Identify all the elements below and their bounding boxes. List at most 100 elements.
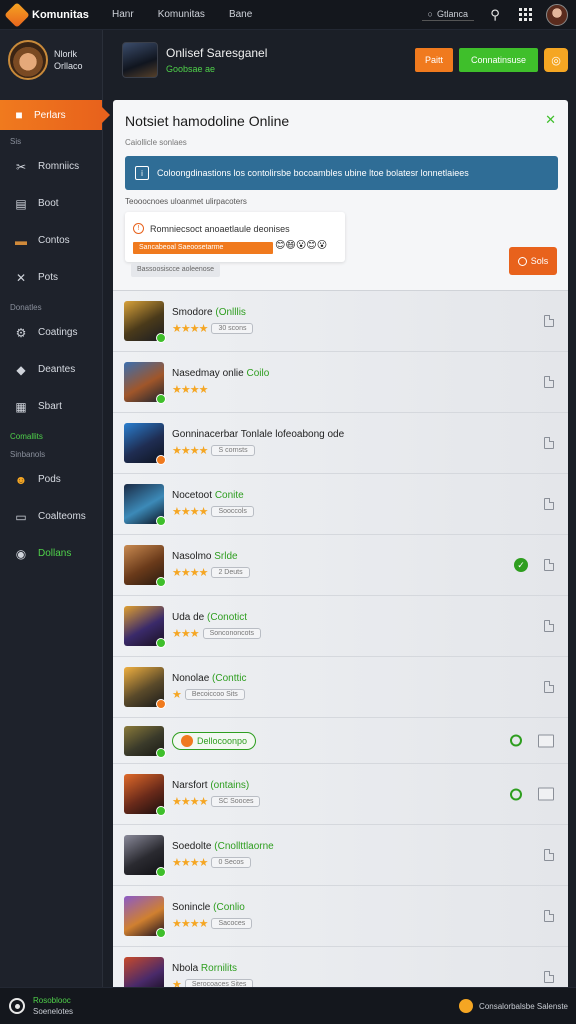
document-icon[interactable] <box>544 376 554 388</box>
game-title-text: Gonninacerbar Tonlale lofeoabong ode <box>172 429 345 440</box>
game-title: Smodore (Onlllis <box>172 307 253 318</box>
brand-name: Komunitas <box>32 8 89 21</box>
connect-button[interactable]: Connatinsuse <box>458 48 538 72</box>
game-row-actions <box>544 910 554 922</box>
game-row-actions: ✓ <box>514 558 554 572</box>
close-icon[interactable]: ✕ <box>545 112 556 128</box>
game-thumbnail <box>124 362 166 404</box>
settings-circle-icon[interactable]: ◎ <box>544 48 568 72</box>
game-status-pill[interactable]: Dellocoonpo <box>172 731 257 750</box>
chart-icon: ▦ <box>15 399 27 414</box>
game-row[interactable]: Gonninacerbar Tonlale lofeoabong ode ★★★… <box>113 413 568 474</box>
game-row[interactable]: Smodore (Onlllis ★★★★ 30 scons <box>113 291 568 352</box>
paint-button[interactable]: Paitt <box>414 48 453 72</box>
top-bar-actions: ○ Gtlanca ⚲ <box>421 3 576 26</box>
document-icon[interactable] <box>544 620 554 632</box>
document-icon[interactable] <box>544 910 554 922</box>
sidebar-item-4[interactable]: ✕ Pots <box>0 259 102 296</box>
game-title: Sonincle (Conlio <box>172 902 252 913</box>
game-title-highlight: (ontains) <box>210 780 250 791</box>
document-icon[interactable] <box>544 559 554 571</box>
game-row[interactable]: Nocetoot Conite ★★★★ Sooccols <box>113 474 568 535</box>
game-row-body: Nonolae (Conttic ★ Becoiccoo Sits <box>172 673 246 701</box>
image-icon[interactable] <box>538 787 554 801</box>
game-row[interactable]: Narsfort (ontains) ★★★★ SC Sooces <box>113 764 568 825</box>
info-icon: i <box>135 166 149 180</box>
header-actions: Paitt Connatinsuse ◎ <box>414 48 568 72</box>
sidebar-item-2[interactable]: ▤ Boot <box>0 185 102 222</box>
footer-right-text: Consalorbalsbe Salenste <box>479 1001 568 1011</box>
game-row-actions <box>544 437 554 449</box>
user-avatar[interactable] <box>546 3 568 26</box>
game-row-body: Nocetoot Conite ★★★★ Sooccols <box>172 490 254 518</box>
profile-avatar <box>8 40 48 80</box>
sidebar-item-active[interactable]: ■ Perlars <box>0 100 110 130</box>
sidebar-item-1[interactable]: ✂ Romniics <box>0 148 102 185</box>
sidebar-item-8[interactable]: ☻ Pods <box>0 461 102 498</box>
sidebar-item-3[interactable]: ▬ Contos <box>0 222 102 259</box>
game-row[interactable]: Soedolte (Cnollttlaorne ★★★★ 0 Secos <box>113 825 568 886</box>
tag-icon: ◆ <box>16 362 26 377</box>
sidebar-item-5[interactable]: ⚙ Coatings <box>0 314 102 351</box>
game-thumbnail <box>124 606 166 648</box>
game-title-text: Nbola <box>172 963 201 974</box>
sidebar-item-6[interactable]: ◆ Deantes <box>0 351 102 388</box>
document-icon[interactable] <box>544 849 554 861</box>
reaction-emojis[interactable]: 😊😄😮😊😮 <box>275 240 327 251</box>
image-icon[interactable] <box>538 734 554 747</box>
brand-logo[interactable]: Komunitas <box>0 1 100 28</box>
game-title-highlight: (Conotict <box>207 612 248 623</box>
sidebar-item-7[interactable]: ▦ Sbart <box>0 388 102 425</box>
header-text: Onlisef Saresganel Goobsae ae <box>166 46 267 74</box>
status-ring-icon[interactable] <box>510 788 522 800</box>
apps-grid-icon[interactable] <box>516 6 534 24</box>
profile-name-line2: Orllaco <box>54 61 83 71</box>
profile-name: Nlorlk Orllaco <box>54 48 83 72</box>
zoom-icon[interactable]: ⚲ <box>486 6 504 24</box>
footer-right[interactable]: Consalorbalsbe Salenste <box>459 999 576 1013</box>
game-row-body: Sonincle (Conlio ★★★★ Sacoces <box>172 902 253 930</box>
document-icon[interactable] <box>544 681 554 693</box>
game-title: Nasolmo Srlde <box>172 551 250 562</box>
top-nav-item-community[interactable]: Komunitas <box>158 9 205 20</box>
game-title-text: Nasedmay onlie <box>172 368 247 379</box>
game-title-text: Soedolte <box>172 841 215 852</box>
game-row[interactable]: Sonincle (Conlio ★★★★ Sacoces <box>113 886 568 947</box>
document-icon[interactable] <box>544 498 554 510</box>
game-row[interactable]: Nasolmo Srlde ★★★★ 2 Deuts ✓ <box>113 535 568 596</box>
document-icon[interactable] <box>544 971 554 983</box>
game-row[interactable]: Nasedmay onlie Coilo ★★★★ <box>113 352 568 413</box>
status-dot-icon <box>156 577 166 587</box>
document-icon[interactable] <box>544 315 554 327</box>
sidebar-profile[interactable]: Nlorlk Orllaco <box>0 30 102 90</box>
record-icon: ◉ <box>15 546 27 561</box>
sidebar-item-9[interactable]: ▭ Coalteoms <box>0 498 102 535</box>
star-rating-icon: ★★★★ <box>172 796 208 808</box>
top-search[interactable]: ○ Gtlanca <box>421 8 474 21</box>
status-ring-icon[interactable] <box>510 734 522 747</box>
top-nav-item-home[interactable]: Hanr <box>112 9 134 20</box>
game-title-text: Nocetoot <box>172 490 215 501</box>
top-nav-item-store[interactable]: Bane <box>229 9 252 20</box>
game-row[interactable]: Nbola Rornilits ★ Serocoaces Sites <box>113 947 568 987</box>
warning-icon: ! <box>133 223 144 234</box>
game-title: Narsfort (ontains) <box>172 780 260 791</box>
game-row[interactable]: Dellocoonpo <box>113 718 568 764</box>
star-rating-icon: ★★★★ <box>172 384 208 396</box>
footer-left-line1: Rosoblooc <box>33 996 71 1005</box>
game-thumbnail <box>124 484 166 526</box>
sidebar-item-10[interactable]: ◉ Dollans <box>0 535 102 572</box>
sidebar-item-label: Boot <box>38 198 59 209</box>
modal-subtitle: Caiollicle sonlaes <box>125 138 187 147</box>
game-pill: 2 Deuts <box>211 567 250 578</box>
game-row[interactable]: Nonolae (Conttic ★ Becoiccoo Sits <box>113 657 568 718</box>
modal-action-button[interactable]: Sols <box>509 247 557 275</box>
check-icon[interactable]: ✓ <box>514 558 528 572</box>
game-thumbnail <box>124 545 166 587</box>
footer-left[interactable]: Rosoblooc Soenelotes <box>0 995 73 1017</box>
notification-label: Romniecsoct anoaetlaule deonises <box>150 223 290 234</box>
status-dot-icon <box>156 394 166 404</box>
notification-text: ! Romniecsoct anoaetlaule deonises <box>133 223 290 234</box>
document-icon[interactable] <box>544 437 554 449</box>
game-row[interactable]: Uda de (Conotict ★★★ Soncononcots <box>113 596 568 657</box>
